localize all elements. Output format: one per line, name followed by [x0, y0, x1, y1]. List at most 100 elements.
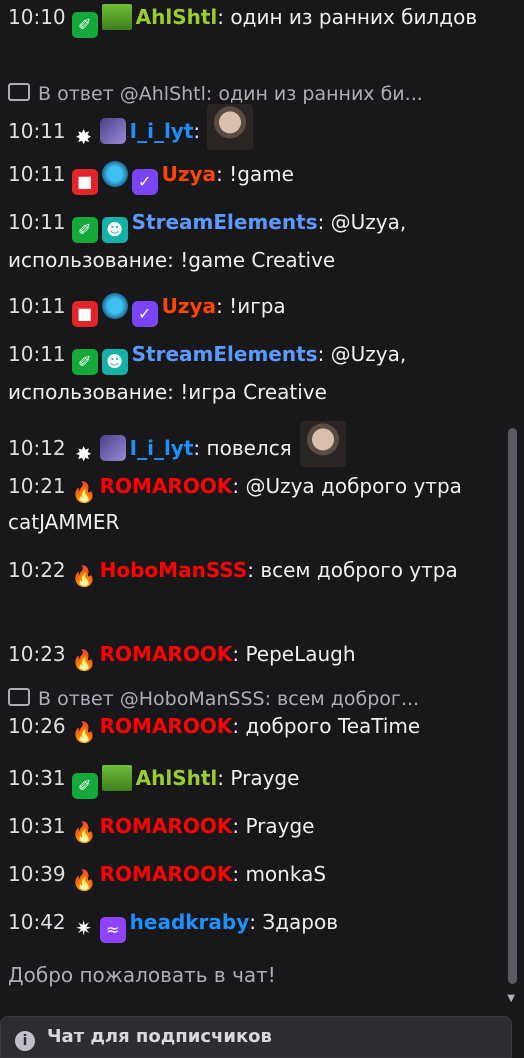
colon: : [249, 910, 263, 934]
subscriber-only-bar: i Чат для подписчиков [0, 1016, 512, 1058]
colon: : [317, 342, 331, 366]
chat-message: 10:26 🔥 ROMAROOK: доброго TeaTime [8, 709, 500, 745]
colon: : [232, 814, 246, 838]
fire-badge-icon[interactable]: 🔥 [72, 563, 97, 589]
reply-icon [8, 688, 30, 706]
fire2-badge-icon[interactable]: ✸ [72, 441, 96, 467]
sword-badge-icon[interactable]: ✐ [71, 349, 98, 375]
purple-badge-icon[interactable]: ≈ [99, 917, 126, 943]
timestamp: 10:11 [8, 162, 66, 186]
colon: : [232, 474, 246, 498]
username[interactable]: StreamElements [132, 342, 318, 366]
reply-icon [8, 83, 30, 101]
chat-message: 10:23 🔥 ROMAROOK: PepeLaugh [8, 637, 500, 673]
username[interactable]: StreamElements [132, 210, 318, 234]
subscriber-only-label: Чат для подписчиков [47, 1026, 272, 1047]
wolf-badge-icon[interactable] [99, 118, 126, 144]
username[interactable]: Uzya [162, 162, 216, 186]
username[interactable]: ROMAROOK [100, 814, 233, 838]
chat-message: 10:11 ✸ I_i_lyt: [8, 104, 500, 150]
globe-badge-icon[interactable] [101, 161, 128, 187]
username[interactable]: headkraby [130, 910, 250, 934]
globe-badge-icon[interactable] [101, 293, 128, 319]
username[interactable]: AhlShtl [136, 766, 218, 790]
emote-image[interactable] [299, 421, 346, 467]
bot-badge-icon[interactable]: ☻ [101, 349, 128, 375]
timestamp: 10:10 [8, 5, 66, 29]
username[interactable]: Uzya [162, 294, 216, 318]
colon: : [247, 558, 261, 582]
sword-badge-icon[interactable]: ✐ [71, 12, 98, 38]
sword-badge-icon[interactable]: ✐ [71, 217, 98, 243]
username[interactable]: ROMAROOK [100, 714, 233, 738]
timestamp: 10:39 [8, 862, 66, 886]
grass-badge-icon[interactable] [101, 4, 132, 30]
username[interactable]: ROMAROOK [100, 642, 233, 666]
colon: : [217, 5, 231, 29]
colon: : [217, 766, 231, 790]
chat-message: 10:10 ✐ AhlShtl: один из ранних билдов [8, 0, 500, 38]
chat-message: 10:12 ✸ I_i_lyt: повелся [8, 421, 500, 467]
colon: : [232, 642, 246, 666]
welcome-message: Добро пожаловать в чат! [8, 963, 276, 987]
sword-badge-icon[interactable]: ✐ [71, 773, 98, 799]
timestamp: 10:31 [8, 766, 66, 790]
scrollbar[interactable] [508, 428, 517, 984]
colon: : [216, 162, 230, 186]
colon: : [317, 210, 331, 234]
colon: : [193, 119, 207, 143]
colon: : [232, 862, 246, 886]
timestamp: 10:11 [8, 210, 66, 234]
reply-text: В ответ @AhlShtl: один из ранних би... [38, 83, 423, 105]
message-text: Prayge [245, 814, 315, 838]
cam-badge-icon[interactable]: ■ [71, 169, 98, 195]
star-badge-icon[interactable]: ✷ [72, 915, 96, 941]
message-text: Prayge [230, 766, 300, 790]
reply-text: В ответ @HoboManSSS: всем доброг... [38, 688, 420, 710]
chat-message: 10:11 ■ ✓ Uzya: !game [8, 157, 500, 195]
username[interactable]: I_i_lyt [130, 119, 194, 143]
timestamp: 10:31 [8, 814, 66, 838]
bot-badge-icon[interactable]: ☻ [101, 217, 128, 243]
timestamp: 10:23 [8, 642, 66, 666]
fire2-badge-icon[interactable]: ✸ [72, 124, 96, 150]
timestamp: 10:12 [8, 436, 66, 460]
timestamp: 10:11 [8, 119, 66, 143]
fire-badge-icon[interactable]: 🔥 [72, 867, 97, 893]
chat-message: 10:31 ✐ AhlShtl: Prayge [8, 761, 500, 799]
prime-badge-icon[interactable]: ✓ [131, 301, 158, 327]
colon: : [193, 436, 207, 460]
fire-badge-icon[interactable]: 🔥 [72, 719, 97, 745]
timestamp: 10:21 [8, 474, 66, 498]
username[interactable]: ROMAROOK [100, 474, 233, 498]
cam-badge-icon[interactable]: ■ [71, 301, 98, 327]
timestamp: 10:26 [8, 714, 66, 738]
username[interactable]: ROMAROOK [100, 862, 233, 886]
username[interactable]: HoboManSSS [100, 558, 248, 582]
message-text: один из ранних билдов [230, 5, 478, 29]
message-text: PepeLaugh [245, 642, 356, 666]
chat-message: 10:11 ✐ ☻ StreamElements: @Uzya, использова… [8, 337, 500, 410]
chat-list: 10:10 ✐ AhlShtl: один из ранних билдов В от… [0, 0, 510, 1010]
username[interactable]: I_i_lyt [130, 436, 194, 460]
fire-badge-icon[interactable]: 🔥 [72, 647, 97, 673]
username[interactable]: AhlShtl [136, 5, 218, 29]
chat-message: 10:39 🔥 ROMAROOK: monkaS [8, 857, 500, 893]
message-text: доброго TeaTime [245, 714, 421, 738]
timestamp: 10:22 [8, 558, 66, 582]
message-text: !game [229, 162, 294, 186]
fire-badge-icon[interactable]: 🔥 [72, 819, 97, 845]
message-text: Здаров [262, 910, 339, 934]
prime-badge-icon[interactable]: ✓ [131, 169, 158, 195]
colon: : [216, 294, 230, 318]
fire-badge-icon[interactable]: 🔥 [72, 479, 97, 505]
wolf-badge-icon[interactable] [99, 435, 126, 461]
emote-image[interactable] [206, 104, 253, 150]
scroll-down-icon[interactable]: ▼ [507, 993, 515, 1004]
chat-message: 10:11 ■ ✓ Uzya: !игра [8, 289, 500, 327]
message-text: всем доброго утра [260, 558, 458, 582]
colon: : [232, 714, 246, 738]
chat-message: 10:21 🔥 ROMAROOK: @Uzya доброго утра catJA… [8, 469, 500, 540]
grass-badge-icon[interactable] [101, 765, 132, 791]
chat-message: 10:42 ✷ ≈ headkraby: Здаров [8, 905, 500, 943]
